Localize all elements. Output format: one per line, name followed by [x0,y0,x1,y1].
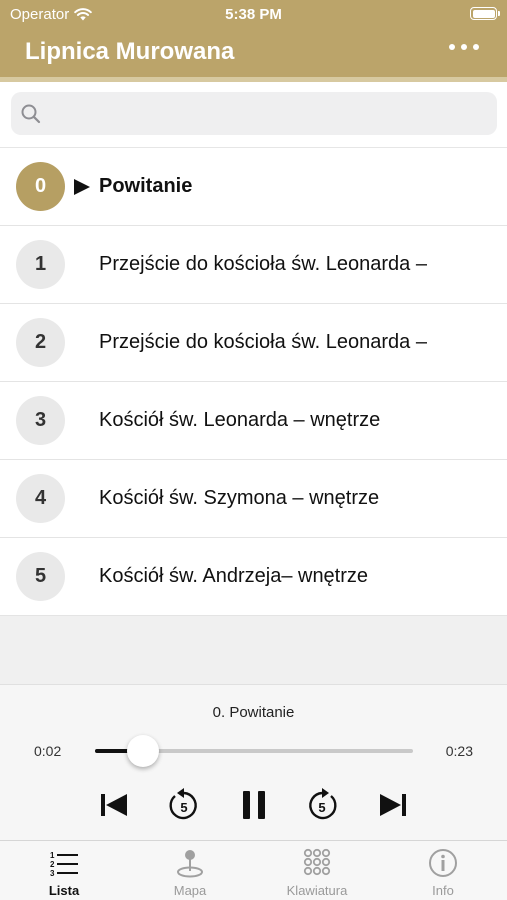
more-dot-icon [461,44,467,50]
track-title: Powitanie [99,175,193,197]
progress-slider[interactable] [95,735,413,767]
progress-thumb[interactable] [126,735,159,767]
total-duration: 0:23 [445,743,473,759]
tab-label: Info [432,883,454,898]
search-bar-container [0,82,507,148]
search-icon [21,104,41,124]
battery-icon [470,7,500,20]
track-title: Kościół św. Leonarda – wnętrze [99,409,381,431]
skip-previous-icon [101,794,127,816]
list-item[interactable]: 4 Kościół św. Szymona – wnętrze [0,460,507,538]
next-track-button[interactable] [375,786,411,824]
forward-button[interactable]: 5 [304,786,340,824]
more-options-button[interactable] [449,44,479,50]
list-item[interactable]: 5 Kościół św. Andrzeja– wnętrze [0,538,507,616]
list-item[interactable]: 1 Przejście do kościoła św. Leonarda – [0,226,507,304]
tab-klawiatura[interactable]: Klawiatura [254,841,380,900]
track-title: Kościół św. Andrzeja– wnętrze [99,565,369,587]
more-dot-icon [449,44,455,50]
rewind-seconds-label: 5 [180,800,187,815]
track-number-badge: 2 [16,318,65,367]
list-item[interactable]: 3 Kościół św. Leonarda – wnętrze [0,382,507,460]
pause-button[interactable] [236,786,272,824]
fast-forward-icon: 5 [309,788,337,820]
status-bar: Operator 5:38 PM [0,0,507,28]
now-playing-title: 0. Powitanie [212,704,295,721]
skip-next-icon [380,794,406,816]
search-input[interactable] [55,92,485,135]
forward-seconds-label: 5 [318,800,325,815]
svg-text:1: 1 [50,851,55,860]
list-item[interactable]: 2 Przejście do kościoła św. Leonarda – [0,304,507,382]
map-pin-icon [177,850,203,878]
track-title: Przejście do kościoła św. Leonarda – [99,331,427,353]
list-item[interactable]: 0 Powitanie [0,148,507,226]
track-number-badge: 4 [16,474,65,523]
page-title: Lipnica Murowana [25,38,235,65]
list-icon: 1 2 3 [50,851,78,878]
tab-bar: 1 2 3 Lista Mapa Klawiatura Info [0,840,507,900]
status-time: 5:38 PM [225,6,282,23]
info-icon [429,849,457,877]
more-dot-icon [473,44,479,50]
tab-lista[interactable]: 1 2 3 Lista [1,841,127,900]
track-number-badge: 0 [16,162,65,211]
track-number-badge: 5 [16,552,65,601]
rewind-icon: 5 [169,788,197,820]
elapsed-time: 0:02 [34,743,62,759]
tab-info[interactable]: Info [380,841,506,900]
track-number-badge: 1 [16,240,65,289]
search-bar[interactable] [11,92,497,135]
rewind-button[interactable]: 5 [166,786,202,824]
audio-player: 0. Powitanie 0:02 0:23 5 5 [0,684,507,840]
track-title: Przejście do kościoła św. Leonarda – [99,253,427,275]
tab-mapa[interactable]: Mapa [127,841,253,900]
track-list: 0 Powitanie 1 Przejście do kościoła św. … [0,148,507,616]
navigation-bar: Operator 5:38 PM Lipnica Murowana [0,0,507,82]
track-number-badge: 3 [16,396,65,445]
now-playing-icon [74,179,90,195]
svg-text:2: 2 [50,860,55,869]
pause-icon [243,791,265,819]
track-title: Kościół św. Szymona – wnętrze [99,487,380,509]
tab-label: Klawiatura [286,883,348,898]
previous-track-button[interactable] [96,786,132,824]
tab-label: Mapa [173,883,207,898]
keypad-icon [303,848,331,876]
tab-label: Lista [48,883,80,898]
svg-text:3: 3 [50,869,55,878]
